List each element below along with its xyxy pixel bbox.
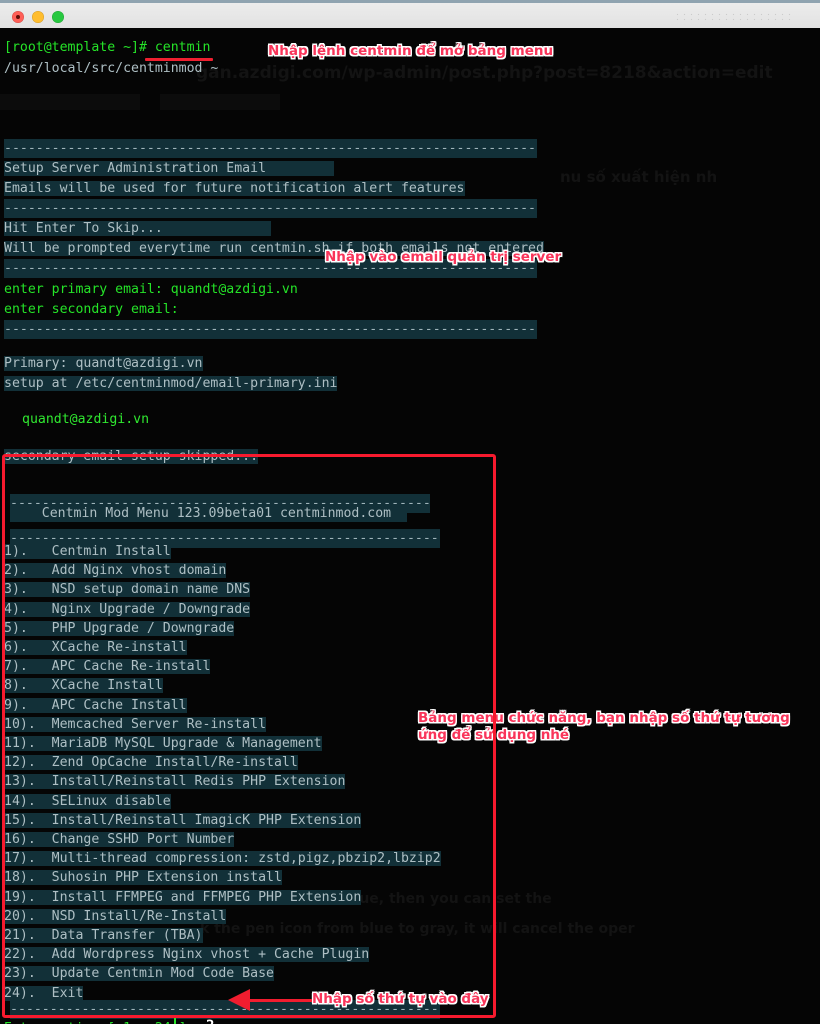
traffic-lights: [12, 11, 64, 23]
skip-hint-text: Hit Enter To Skip...: [4, 221, 163, 236]
menu-item-18[interactable]: 18). Suhosin PHP Extension install: [4, 868, 282, 887]
menu-item-text: 15). Install/Reinstall ImagicK PHP Exten…: [4, 812, 362, 828]
menu-item-text: 13). Install/Reinstall Redis PHP Extensi…: [4, 774, 346, 790]
menu-item-text: 7). APC Cache Re-install: [4, 659, 211, 675]
zoom-button[interactable]: [52, 11, 64, 23]
menu-item-11[interactable]: 11). MariaDB MySQL Upgrade & Management: [4, 734, 322, 753]
menu-item-text: 6). XCache Re-install: [4, 640, 187, 655]
menu-item-text: 1). Centmin Install: [4, 544, 171, 559]
menu-item-text: 11). MariaDB MySQL Upgrade & Management: [4, 736, 322, 751]
ghost-bar-2: [160, 94, 280, 110]
cwd-line: /usr/local/src/centminmod ~: [4, 61, 219, 76]
ghost-line-a: nu số xuất hiện nh: [560, 168, 718, 186]
option-input-value[interactable]: 2: [206, 1017, 214, 1024]
menu-item-text: 8). XCache Install: [4, 678, 163, 694]
shell-prompt: [root@template ~]#: [4, 40, 155, 55]
menu-item-6[interactable]: 6). XCache Re-install: [4, 638, 187, 657]
menu-item-21[interactable]: 21). Data Transfer (TBA): [4, 926, 203, 945]
skip-hint-line: Hit Enter To Skip...: [4, 219, 271, 238]
ghost-line-c: k the pen icon from blue to gray, it wil…: [200, 921, 635, 937]
menu-item-text: 21). Data Transfer (TBA): [4, 928, 203, 943]
menu-item-22[interactable]: 22). Add Wordpress Nginx vhost + Cache P…: [4, 945, 370, 964]
secondary-skipped-text: secondary email setup skipped...: [4, 449, 259, 464]
menu-item-1[interactable]: 1). Centmin Install: [4, 542, 171, 561]
menu-item-14[interactable]: 14). SELinux disable: [4, 792, 171, 811]
menu-item-text: 3). NSD setup domain name DNS: [4, 582, 251, 598]
menu-item-7[interactable]: 7). APC Cache Re-install: [4, 657, 211, 676]
option-arrow: [228, 989, 312, 1011]
menu-item-19[interactable]: 19). Install FFMPEG and FFMPEG PHP Exten…: [4, 888, 362, 907]
primary-result-line: Primary: quandt@azdigi.vn: [4, 354, 203, 373]
terminal-window: gan.azdigi.com/wp-admin/post.php?post=82…: [0, 0, 820, 1024]
shell-prompt-line: [root@template ~]# centmin: [4, 38, 210, 57]
email-setup-title: Setup Server Administration Email: [4, 159, 334, 178]
close-button[interactable]: [12, 11, 24, 23]
menu-item-text: 18). Suhosin PHP Extension install: [4, 870, 282, 886]
typed-command: centmin: [154, 40, 211, 55]
menu-item-text: 2). Add Nginx vhost domain: [4, 563, 227, 579]
menu-item-9[interactable]: 9). APC Cache Install: [4, 696, 187, 715]
titlebar-texture: [674, 12, 794, 24]
annotation-menu-line2: ứng để sử dụng nhé: [418, 727, 570, 743]
terminal-output: gan.azdigi.com/wp-admin/post.php?post=82…: [0, 28, 820, 1024]
primary-email-line[interactable]: enter primary email: quandt@azdigi.vn: [4, 280, 298, 299]
setup-path-text: setup at /etc/centminmod/email-primary.i…: [4, 376, 338, 391]
primary-result-text: Primary: quandt@azdigi.vn: [4, 356, 203, 371]
menu-item-16[interactable]: 16). Change SSHD Port Number: [4, 830, 235, 849]
menu-item-13[interactable]: 13). Install/Reinstall Redis PHP Extensi…: [4, 772, 346, 791]
menu-item-text: 23). Update Centmin Mod Code Base: [4, 966, 274, 982]
menu-item-text: 22). Add Wordpress Nginx vhost + Cache P…: [4, 947, 370, 963]
menu-item-15[interactable]: 15). Install/Reinstall ImagicK PHP Exten…: [4, 811, 362, 830]
menu-header-text: Centmin Mod Menu 123.09beta01 centminmod…: [41, 506, 392, 521]
menu-header-line: Centmin Mod Menu 123.09beta01 centminmod…: [10, 504, 407, 523]
window-titlebar: [0, 0, 820, 28]
menu-item-text: 16). Change SSHD Port Number: [4, 832, 235, 847]
menu-item-3[interactable]: 3). NSD setup domain name DNS: [4, 580, 251, 599]
annotation-menu-line1: Bảng menu chức năng, bạn nhập số thứ tự …: [418, 710, 790, 726]
secondary-skipped-line: secondary email setup skipped...: [4, 447, 259, 466]
menu-item-12[interactable]: 12). Zend OpCache Install/Re-install: [4, 753, 298, 772]
menu-item-10[interactable]: 10). Memcached Server Re-install: [4, 715, 267, 734]
rule-fourth: ----------------------------------------…: [4, 320, 537, 340]
option-prompt-line: Enter option [ 1 - 24 ]: [4, 1019, 187, 1024]
echoed-email-line: quandt@azdigi.vn: [22, 412, 150, 427]
menu-item-17[interactable]: 17). Multi-thread compression: zstd,pigz…: [4, 849, 441, 868]
menu-item-5[interactable]: 5). PHP Upgrade / Downgrade: [4, 619, 235, 638]
rule-second: ----------------------------------------…: [4, 199, 537, 219]
menu-item-text: 17). Multi-thread compression: zstd,pigz…: [4, 851, 441, 867]
ghost-url: gan.azdigi.com/wp-admin/post.php?post=82…: [196, 63, 773, 83]
rule-top: ----------------------------------------…: [4, 139, 537, 159]
menu-item-text: 24). Exit: [4, 985, 84, 1001]
menu-item-text: 20). NSD Install/Re-Install: [4, 908, 227, 924]
menu-item-text: 9). APC Cache Install: [4, 697, 187, 713]
email-setup-subtitle: Emails will be used for future notificat…: [4, 179, 465, 198]
secondary-email-line[interactable]: enter secondary email:: [4, 300, 179, 319]
menu-item-2[interactable]: 2). Add Nginx vhost domain: [4, 561, 227, 580]
primary-email-label: enter primary email:: [4, 282, 171, 297]
menu-item-text: 19). Install FFMPEG and FFMPEG PHP Exten…: [4, 889, 362, 905]
menu-item-23[interactable]: 23). Update Centmin Mod Code Base: [4, 964, 274, 983]
menu-item-text: 14). SELinux disable: [4, 793, 171, 809]
email-setup-subtitle-text: Emails will be used for future notificat…: [4, 181, 465, 196]
menu-item-text: 5). PHP Upgrade / Downgrade: [4, 620, 235, 636]
ghost-bar-1: [0, 94, 140, 110]
primary-email-value: quandt@azdigi.vn: [170, 282, 298, 297]
menu-item-text: 10). Memcached Server Re-install: [4, 716, 267, 732]
menu-item-text: 4). Nginx Upgrade / Downgrade: [4, 601, 251, 617]
setup-path-line: setup at /etc/centminmod/email-primary.i…: [4, 374, 338, 393]
menu-item-20[interactable]: 20). NSD Install/Re-Install: [4, 907, 227, 926]
annotation-command: Nhập lệnh centmin để mở bảng menu: [268, 43, 554, 59]
menu-item-4[interactable]: 4). Nginx Upgrade / Downgrade: [4, 600, 251, 619]
menu-item-8[interactable]: 8). XCache Install: [4, 676, 163, 695]
menu-item-text: 12). Zend OpCache Install/Re-install: [4, 755, 298, 771]
minimize-button[interactable]: [32, 11, 44, 23]
text-cursor: [174, 1017, 176, 1024]
ghost-line-b: o blue, then you can set the: [330, 891, 552, 907]
annotation-option: Nhập số thứ tự vào đây: [312, 991, 489, 1007]
annotation-email: Nhập vào email quản trị server: [325, 249, 562, 265]
email-setup-title-text: Setup Server Administration Email: [4, 161, 267, 176]
